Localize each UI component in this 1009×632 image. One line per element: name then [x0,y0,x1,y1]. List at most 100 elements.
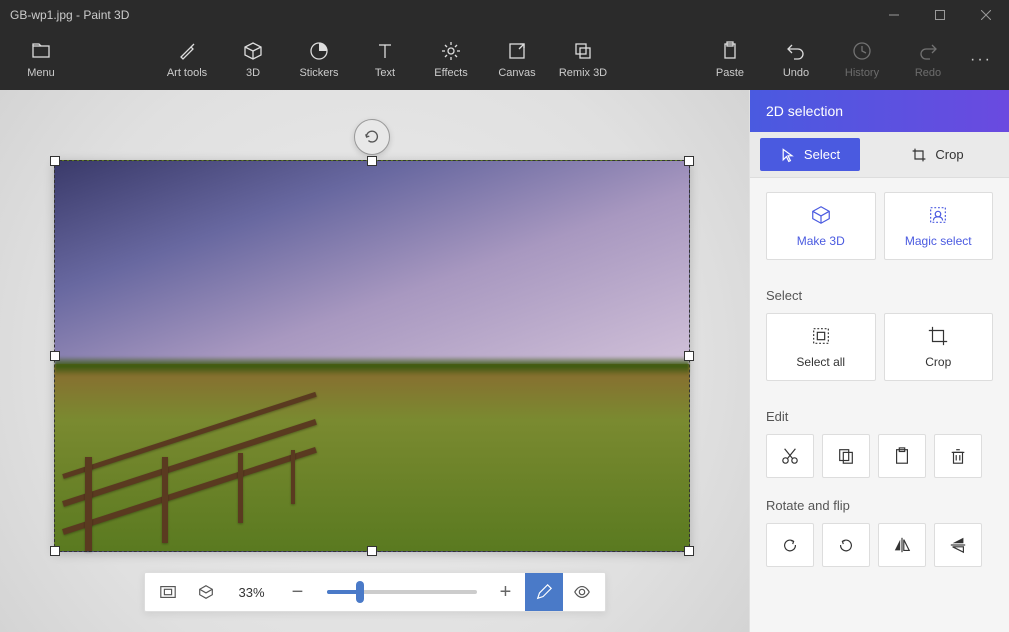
zoom-out-button[interactable]: − [279,573,317,611]
maximize-button[interactable] [917,0,963,30]
text-button[interactable]: Text [352,30,418,90]
ribbon-label: Stickers [299,67,338,79]
canvas-icon [507,41,527,61]
redo-icon [918,41,938,61]
zoom-toolbar: 33% − + [144,572,606,612]
button-label: Select all [796,355,845,369]
rotate-flip-section: Rotate and flip [750,484,1009,573]
section-label: Select [766,288,993,303]
window-controls [871,0,1009,30]
select-all-icon [810,325,832,347]
crop-icon [911,147,927,163]
sticker-icon [309,41,329,61]
resize-handle-ne[interactable] [684,156,694,166]
copy-icon [837,447,855,465]
view-mode-button[interactable] [563,573,601,611]
ribbon-label: Menu [27,67,55,79]
close-button[interactable] [963,0,1009,30]
zoom-slider[interactable] [327,590,477,594]
edit-section: Edit [750,395,1009,484]
cut-icon [781,447,799,465]
menu-button[interactable]: Menu [8,30,74,90]
remix-icon [573,41,593,61]
remix-3d-button[interactable]: Remix 3D [550,30,616,90]
select-all-button[interactable]: Select all [766,313,876,381]
history-icon [852,41,872,61]
resize-handle-nw[interactable] [50,156,60,166]
stickers-button[interactable]: Stickers [286,30,352,90]
magic-select-button[interactable]: Magic select [884,192,994,260]
select-section: Select Select all Crop [750,274,1009,395]
tab-select[interactable]: Select [760,138,860,171]
history-button[interactable]: History [829,30,895,90]
zoom-slider-thumb[interactable] [356,581,364,603]
paste-button[interactable]: Paste [697,30,763,90]
resize-handle-sw[interactable] [50,546,60,556]
zoom-level: 33% [225,585,279,600]
delete-button[interactable] [934,434,982,478]
zoom-in-button[interactable]: + [487,573,525,611]
more-button[interactable]: ··· [961,51,1001,69]
art-tools-button[interactable]: Art tools [154,30,220,90]
canvas-selection[interactable] [54,160,690,552]
resize-handle-e[interactable] [684,351,694,361]
magic-select-icon [927,204,949,226]
paste-icon [720,41,740,61]
resize-handle-se[interactable] [684,546,694,556]
paste-panel-button[interactable] [878,434,926,478]
side-panel: 2D selection Select Crop Make 3D Magic s… [749,90,1009,632]
resize-handle-n[interactable] [367,156,377,166]
canvas-button[interactable]: Canvas [484,30,550,90]
cut-button[interactable] [766,434,814,478]
cursor-icon [780,147,796,163]
cube-icon [810,204,832,226]
ribbon-label: Paste [716,67,744,79]
button-label: Magic select [905,234,972,248]
sidepanel-tabs: Select Crop [750,132,1009,178]
3d-button[interactable]: 3D [220,30,286,90]
flip-vertical-button[interactable] [934,523,982,567]
crop-icon [927,325,949,347]
ribbon-label: Art tools [167,67,207,79]
trash-icon [949,447,967,465]
effects-icon [441,41,461,61]
redo-button[interactable]: Redo [895,30,961,90]
button-label: Crop [925,355,951,369]
flip-horizontal-button[interactable] [878,523,926,567]
ribbon-label: Undo [783,67,809,79]
tab-label: Crop [935,147,963,162]
ribbon-label: Redo [915,67,941,79]
brush-icon [177,41,197,61]
button-label: Make 3D [797,234,845,248]
fit-screen-button[interactable] [149,573,187,611]
undo-icon [786,41,806,61]
actions-section: Make 3D Magic select [750,178,1009,274]
canvas-workspace[interactable]: 33% − + [0,90,749,632]
flip-h-icon [893,536,911,554]
minimize-button[interactable] [871,0,917,30]
title-bar: GB-wp1.jpg - Paint 3D [0,0,1009,30]
effects-button[interactable]: Effects [418,30,484,90]
make-3d-button[interactable]: Make 3D [766,192,876,260]
rotate-handle[interactable] [354,119,390,155]
tab-label: Select [804,147,840,162]
window-title: GB-wp1.jpg - Paint 3D [0,8,871,22]
edit-mode-button[interactable] [525,573,563,611]
undo-button[interactable]: Undo [763,30,829,90]
rotate-right-icon [837,536,855,554]
rotate-left-button[interactable] [766,523,814,567]
text-icon [375,41,395,61]
tab-crop[interactable]: Crop [866,132,1009,177]
ribbon-label: 3D [246,67,260,79]
ribbon-label: Text [375,67,395,79]
copy-button[interactable] [822,434,870,478]
resize-handle-w[interactable] [50,351,60,361]
ribbon-toolbar: Menu Art tools 3D Stickers Text Effects … [0,30,1009,90]
cube-icon [243,41,263,61]
3d-view-button[interactable] [187,573,225,611]
rotate-right-button[interactable] [822,523,870,567]
crop-button[interactable]: Crop [884,313,994,381]
resize-handle-s[interactable] [367,546,377,556]
section-label: Edit [766,409,993,424]
ribbon-label: Effects [434,67,467,79]
